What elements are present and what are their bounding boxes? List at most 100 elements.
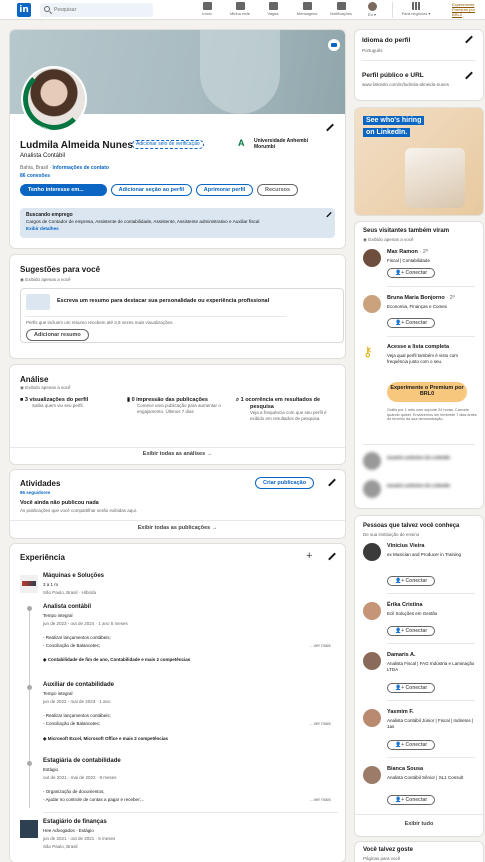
nav-network[interactable]: Minha rede	[225, 1, 255, 19]
nav-home[interactable]: Início	[197, 1, 217, 19]
global-nav: in Início Minha rede Vagas Mensagens Not…	[0, 0, 485, 20]
try-premium-link[interactable]: Experimente Premium por BRL0	[452, 2, 484, 17]
avatar[interactable]	[363, 709, 381, 727]
company-name[interactable]: Máquinas e Soluções	[43, 573, 104, 579]
visitor-name[interactable]: Max Ramon · 2º	[387, 249, 428, 255]
avatar[interactable]	[363, 602, 381, 620]
avatar[interactable]	[363, 766, 381, 784]
nav-jobs-label: Vagas	[267, 11, 279, 16]
message-icon	[302, 2, 312, 10]
profile-actions: Tenho interesse em... Adicionar seção ao…	[20, 184, 299, 196]
add-summary-button[interactable]: Adicionar resumo	[26, 329, 89, 341]
add-experience-icon[interactable]: +	[306, 550, 312, 562]
nav-business[interactable]: Para negócios ▾	[396, 1, 436, 19]
see-more-link[interactable]: ...ver mais	[310, 797, 331, 802]
resources-button[interactable]: Recursos	[257, 184, 299, 196]
edit-experience-icon[interactable]	[328, 553, 336, 561]
show-all-posts-link[interactable]: Exibir todas as publicações →	[10, 525, 345, 531]
edit-language-icon[interactable]	[465, 36, 473, 44]
nav-home-label: Início	[202, 11, 212, 16]
premium-desc: Veja qual perfil também é visto com freq…	[387, 353, 459, 364]
connect-label: Conectar	[405, 578, 428, 584]
company-duration: 3 a 1 m	[43, 582, 59, 587]
edit-public-url-icon[interactable]	[465, 72, 473, 80]
role-skills: ◆ Microsoft Excel, Microsoft Office e ma…	[43, 736, 168, 742]
activity-title: Atividades	[20, 479, 61, 488]
person-name[interactable]: Érika Cristina	[387, 602, 422, 608]
summary-illustration-icon	[26, 294, 50, 310]
nav-notifications[interactable]: Notificações	[326, 1, 356, 19]
role-dates: jun de 2021 - out de 2021 · 5 meses	[43, 836, 116, 841]
see-more-link[interactable]: ...ver mais	[310, 721, 331, 726]
role-skills-text: Contabilidade de fim de ano, Contabilida…	[47, 657, 191, 662]
enhance-profile-button[interactable]: Aprimorar perfil	[195, 184, 254, 196]
public-profile-title: Perfil público e URL	[362, 72, 424, 79]
person-title: Ecil Soluções em Gestão	[387, 611, 438, 616]
connect-button[interactable]: 👤+ Conectar	[387, 795, 436, 805]
stat-impressions[interactable]: ▮ 0 impressão das publicações Comece uma…	[127, 397, 222, 415]
school-logo-icon: A	[238, 138, 245, 148]
stat-profile-views[interactable]: ■ 3 visualizações do perfil Saiba quem v…	[20, 397, 115, 409]
search-input[interactable]	[54, 5, 149, 15]
edit-activity-icon[interactable]	[328, 479, 336, 487]
company-logo[interactable]	[20, 575, 38, 593]
person-name[interactable]: Yasmim F.	[387, 709, 414, 715]
see-more-link[interactable]: ...ver mais	[310, 643, 331, 648]
visitor-title: Fiscal | Contabilidade	[387, 258, 430, 263]
edit-cover-button[interactable]	[328, 39, 340, 51]
visitor-name[interactable]: Bruna Maria Bonjorno · 2º	[387, 295, 455, 301]
connect-button[interactable]: 👤+ Conectar	[387, 740, 436, 750]
open-to-work-box: Buscando emprego Cargos de Contador de e…	[20, 208, 335, 238]
public-profile-url[interactable]: www.linkedin.com/in/ludmila-almeida-nune…	[362, 82, 462, 88]
suggestions-card: Sugestões para você ◉ Exibido apenas a v…	[10, 255, 345, 358]
connect-button[interactable]: 👤+ Conectar	[387, 683, 436, 693]
suggestions-private: ◉ Exibido apenas a você	[20, 277, 71, 282]
activity-empty-title: Você ainda não publicou nada	[20, 500, 99, 506]
verify-badge-button[interactable]: Adicionar selo de verificação	[132, 140, 204, 149]
school-name[interactable]: Universidade Anhembi Morumbi	[254, 138, 324, 150]
visitor-degree: · 2º	[446, 295, 455, 301]
role-bullet: - Organização de documentos;	[43, 789, 105, 794]
company-logo[interactable]	[20, 820, 38, 838]
nav-me[interactable]: Eu ▾	[362, 1, 382, 19]
connect-button[interactable]: 👤+ Conectar	[387, 576, 436, 586]
profile-card: #OPENTOWORK Ludmila Almeida Nunes Adicio…	[10, 30, 345, 248]
create-post-button[interactable]: Criar publicação	[255, 477, 315, 489]
followers-count[interactable]: 86 seguidores	[20, 490, 50, 495]
connect-button[interactable]: 👤+ Conectar	[387, 268, 436, 278]
camera-icon	[331, 43, 337, 47]
linkedin-logo[interactable]: in	[17, 3, 31, 17]
connect-label: Conectar	[405, 320, 428, 326]
connections-link[interactable]: 86 conexões	[20, 173, 50, 179]
show-all-pymk-link[interactable]: Exibir tudo	[355, 821, 483, 827]
stat-search-appearances[interactable]: ⌕ 1 ocorrência em resultados de pesquisa…	[236, 397, 340, 422]
avatar[interactable]	[363, 543, 381, 561]
avatar[interactable]	[363, 249, 381, 267]
show-all-analytics-link[interactable]: Exibir todas as análises →	[10, 451, 345, 457]
avatar[interactable]	[363, 652, 381, 670]
edit-intro-icon[interactable]	[326, 124, 334, 132]
job-seek-details-link[interactable]: Exibir detalhes	[26, 226, 59, 231]
ad-line-2: on LinkedIn.	[363, 128, 411, 137]
nav-messaging[interactable]: Mensagens	[290, 1, 324, 19]
nav-me-label: Eu ▾	[367, 12, 376, 17]
try-premium-button[interactable]: Experimente o Premium por BRL0	[387, 382, 467, 402]
contact-info-link[interactable]: Informações de contato	[53, 165, 109, 171]
hiring-ad[interactable]: See who's hiring on LinkedIn.	[355, 108, 483, 215]
search-box[interactable]	[40, 3, 153, 17]
person-name[interactable]: Vinicius Vieira	[387, 543, 424, 549]
activity-card: Atividades 86 seguidores Criar publicaçã…	[10, 470, 345, 538]
nav-jobs[interactable]: Vagas	[262, 1, 284, 19]
add-section-button[interactable]: Adicionar seção ao perfil	[110, 184, 193, 196]
person-name[interactable]: Damaris A.	[387, 652, 416, 658]
avatar[interactable]	[363, 295, 381, 313]
role-dates: jun de 2023 - out de 2024 · 1 ano 5 mese…	[43, 621, 128, 626]
company-name[interactable]: Hee Advogados · Estágio	[43, 828, 94, 833]
person-name[interactable]: Bianca Sousa	[387, 766, 423, 772]
open-to-button[interactable]: Tenho interesse em...	[20, 184, 107, 196]
edit-job-seek-icon[interactable]	[326, 212, 332, 218]
person-title: Analista Contábil Júnior | Fiscal | Indi…	[387, 718, 474, 729]
connect-button[interactable]: 👤+ Conectar	[387, 318, 436, 328]
profile-language-value: Português	[362, 48, 383, 53]
connect-button[interactable]: 👤+ Conectar	[387, 626, 436, 636]
